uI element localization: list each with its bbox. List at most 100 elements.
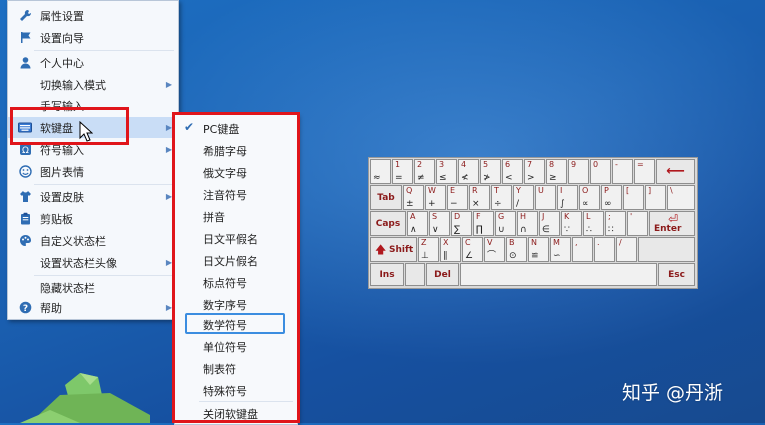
menu-label: 属性设置 (40, 9, 84, 23)
key-top: U (538, 186, 544, 195)
key-top: 5 (483, 160, 489, 169)
key-w[interactable]: W + (425, 185, 446, 210)
key-q[interactable]: Q ± (403, 185, 424, 210)
key-o[interactable]: O ∝ (579, 185, 600, 210)
key-j[interactable]: J ∈ (539, 211, 560, 236)
key-top: 3 (439, 160, 445, 169)
key-top: V (487, 238, 493, 247)
key-equals[interactable]: = (634, 159, 655, 184)
key-0[interactable]: 0 (590, 159, 611, 184)
menu-label: 剪贴板 (40, 212, 73, 226)
key-bottom: + (428, 199, 436, 209)
key-top: - (615, 160, 618, 169)
key-2[interactable]: 2 ≠ (414, 159, 435, 184)
key-y[interactable]: Y / (513, 185, 534, 210)
key-v[interactable]: V ⌒ (484, 237, 505, 262)
key-caps[interactable]: Caps (370, 211, 406, 236)
menu-label: 帮助 (40, 301, 62, 315)
key-esc[interactable]: Esc (658, 263, 695, 286)
key-top: R (472, 186, 478, 195)
key-b[interactable]: B ⊙ (506, 237, 527, 262)
menu-item-setup-wizard[interactable]: 设置向导 (8, 27, 178, 48)
key-top: C (465, 238, 471, 247)
key-space[interactable] (460, 263, 657, 286)
key-c[interactable]: C ∠ (462, 237, 483, 262)
key-x[interactable]: X ∥ (440, 237, 461, 262)
menu-item-custom-statusbar[interactable]: 自定义状态栏 (8, 230, 178, 251)
key-bottom: ≮ (461, 173, 469, 183)
key-r[interactable]: R × (469, 185, 490, 210)
menu-item-property-settings[interactable]: 属性设置 (8, 5, 178, 26)
key-enter[interactable]: ⏎ Enter (649, 211, 695, 236)
key-quote[interactable]: ' (627, 211, 648, 236)
key-comma[interactable]: , (572, 237, 593, 262)
menu-item-help[interactable]: ? 帮助 ▶ (8, 297, 178, 318)
key-n[interactable]: N ≌ (528, 237, 549, 262)
key-top: ; (608, 212, 611, 221)
key-bottom: ∷ (608, 225, 614, 235)
key-bottom: ∵ (564, 225, 570, 235)
key-slash[interactable]: / (616, 237, 637, 262)
key-4[interactable]: 4 ≮ (458, 159, 479, 184)
key-top: 7 (527, 160, 533, 169)
key-g[interactable]: G ∪ (495, 211, 516, 236)
key-bottom: ⊙ (509, 251, 517, 261)
menu-item-clipboard[interactable]: 剪贴板 (8, 208, 178, 229)
key-8[interactable]: 8 ≥ (546, 159, 567, 184)
key-i[interactable]: I ∫ (557, 185, 578, 210)
menu-item-switch-input-mode[interactable]: 切换输入模式 ▶ (8, 74, 178, 95)
key-minus[interactable]: - (612, 159, 633, 184)
key-z[interactable]: Z ⊥ (418, 237, 439, 262)
menu-item-statusbar-avatar[interactable]: 设置状态栏头像 ▶ (8, 252, 178, 273)
key-p[interactable]: P ∞ (601, 185, 622, 210)
key-period[interactable]: . (594, 237, 615, 262)
key-backspace[interactable]: ⟵ (656, 159, 695, 184)
key-a[interactable]: A ∧ (407, 211, 428, 236)
soft-keyboard: ≈ 1 = 2 ≠ 3 ≤ 4 ≮ 5 ≯ 6 < 7 > 8 ≥ 9 0 - = ⟵ Tab … (368, 157, 698, 289)
key-top: Q (406, 186, 413, 195)
key-bottom: ∥ (443, 251, 448, 261)
key-blank-left[interactable] (405, 263, 425, 286)
chevron-right-icon: ▶ (165, 80, 172, 89)
key-bottom: ∩ (520, 225, 527, 235)
key-tilde[interactable]: ≈ (370, 159, 391, 184)
key-u[interactable]: U (535, 185, 556, 210)
key-9[interactable]: 9 (568, 159, 589, 184)
menu-item-personal-center[interactable]: 个人中心 (8, 52, 178, 73)
key-right-shift[interactable] (638, 237, 695, 262)
menu-item-hide-statusbar[interactable]: 隐藏状态栏 (8, 277, 178, 298)
key-1[interactable]: 1 = (392, 159, 413, 184)
key-d[interactable]: D ∑ (451, 211, 472, 236)
key-t[interactable]: T ÷ (491, 185, 512, 210)
menu-item-set-skin[interactable]: 设置皮肤 ▶ (8, 186, 178, 207)
key-m[interactable]: M ∽ (550, 237, 571, 262)
key-rbracket[interactable]: ] (645, 185, 666, 210)
key-6[interactable]: 6 < (502, 159, 523, 184)
key-s[interactable]: S ∨ (429, 211, 450, 236)
key-h[interactable]: H ∩ (517, 211, 538, 236)
key-del[interactable]: Del (426, 263, 459, 286)
user-icon (18, 55, 32, 69)
key-l[interactable]: L ∴ (583, 211, 604, 236)
key-7[interactable]: 7 > (524, 159, 545, 184)
key-semicolon[interactable]: ; ∷ (605, 211, 626, 236)
shirt-icon (18, 189, 32, 203)
key-top: 9 (571, 160, 577, 169)
shift-arrow-icon: 🡅 (375, 243, 387, 256)
menu-label: 设置状态栏头像 (40, 256, 117, 270)
key-f[interactable]: F ∏ (473, 211, 494, 236)
key-top: G (498, 212, 505, 221)
key-k[interactable]: K ∵ (561, 211, 582, 236)
menu-label: 设置皮肤 (40, 190, 84, 204)
key-top: E (450, 186, 456, 195)
key-ins[interactable]: Ins (370, 263, 404, 286)
key-5[interactable]: 5 ≯ (480, 159, 501, 184)
key-e[interactable]: E − (447, 185, 468, 210)
key-backslash[interactable]: \ (667, 185, 695, 210)
key-tab[interactable]: Tab (370, 185, 402, 210)
key-lbracket[interactable]: [ (623, 185, 644, 210)
key-bottom: < (505, 173, 513, 183)
key-shift[interactable]: 🡅 Shift (370, 237, 417, 262)
key-3[interactable]: 3 ≤ (436, 159, 457, 184)
menu-item-image-emoji[interactable]: 图片表情 (8, 161, 178, 182)
